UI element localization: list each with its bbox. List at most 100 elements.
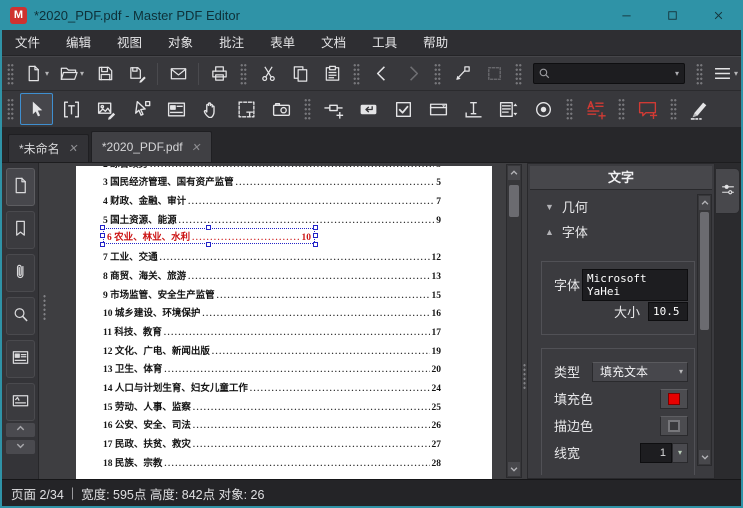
- search-input[interactable]: [554, 67, 671, 80]
- selection-handle[interactable]: [100, 225, 105, 231]
- toolbar-grip[interactable]: [670, 98, 677, 120]
- document-tab[interactable]: *未命名 ✕: [8, 134, 89, 162]
- toolbar-grip[interactable]: [696, 62, 704, 85]
- transform-object-button[interactable]: [447, 60, 477, 88]
- selection-handle[interactable]: [100, 233, 105, 239]
- font-name-input[interactable]: Microsoft YaHei: [582, 268, 688, 301]
- fill-color-button[interactable]: [660, 388, 688, 409]
- tab-close-icon[interactable]: ✕: [67, 142, 79, 155]
- toolbar-grip[interactable]: [7, 62, 14, 85]
- text-field-button[interactable]: [457, 93, 490, 125]
- scroll-down-button[interactable]: [508, 462, 520, 476]
- section-font[interactable]: ▲ 字体: [531, 219, 695, 244]
- combobox-field-button[interactable]: [422, 93, 455, 125]
- menu-item[interactable]: 对象: [155, 30, 206, 55]
- toc-entry[interactable]: 4 财政、金融、审计..............................…: [103, 191, 441, 210]
- menu-item[interactable]: 帮助: [410, 30, 461, 55]
- checkbox-field-button[interactable]: [387, 93, 420, 125]
- selection-handle[interactable]: [206, 225, 211, 231]
- selection-handle[interactable]: [313, 225, 318, 231]
- page-thumbnails-button[interactable]: [5, 168, 35, 206]
- selection-handle[interactable]: [206, 242, 211, 248]
- sidebar-scroll-down-button[interactable]: [6, 440, 35, 454]
- title-bar[interactable]: M *2020_PDF.pdf - Master PDF Editor: [2, 0, 741, 30]
- menu-item[interactable]: 视图: [104, 30, 155, 55]
- copy-button[interactable]: [285, 60, 315, 88]
- document-view[interactable]: 2 综合政务..................................…: [39, 163, 525, 479]
- toolbar-grip[interactable]: [515, 62, 523, 85]
- search-panel-button[interactable]: [5, 297, 35, 335]
- menu-item[interactable]: 表单: [257, 30, 308, 55]
- attachments-button[interactable]: [5, 254, 35, 292]
- enter-key-button[interactable]: [352, 93, 385, 125]
- scroll-up-button[interactable]: [508, 166, 520, 180]
- minimize-button[interactable]: [603, 0, 649, 30]
- toc-entry[interactable]: 16 公安、安全、司法.............................…: [103, 416, 441, 435]
- tab-close-icon[interactable]: ✕: [190, 141, 202, 154]
- menu-item[interactable]: 编辑: [53, 30, 104, 55]
- close-button[interactable]: [695, 0, 741, 30]
- menu-item[interactable]: 文档: [308, 30, 359, 55]
- toc-entry[interactable]: 9 市场监管、安全生产监管...........................…: [103, 285, 441, 304]
- form-properties-button[interactable]: [160, 93, 193, 125]
- toc-entry[interactable]: 10 城乡建设、环境保护............................…: [103, 304, 441, 323]
- bookmarks-button[interactable]: [5, 211, 35, 249]
- select-tool-button[interactable]: [20, 93, 53, 125]
- pdf-page[interactable]: 2 综合政务..................................…: [76, 166, 492, 479]
- toc-entry[interactable]: 11 科技、教育................................…: [103, 322, 441, 341]
- selected-text-object[interactable]: 6 农业、林业、水利..............................…: [100, 225, 318, 248]
- toolbar-grip[interactable]: [434, 62, 442, 85]
- menu-item[interactable]: 批注: [206, 30, 257, 55]
- document-tab[interactable]: *2020_PDF.pdf ✕: [90, 131, 212, 162]
- form-fields-button[interactable]: [5, 340, 35, 378]
- toolbar-grip[interactable]: [7, 98, 14, 120]
- edit-text-button[interactable]: [55, 93, 88, 125]
- save-as-button[interactable]: [122, 60, 152, 88]
- section-geometry[interactable]: ▼ 几何: [531, 194, 695, 219]
- edit-image-button[interactable]: [90, 93, 123, 125]
- paste-button[interactable]: [317, 60, 347, 88]
- font-size-input[interactable]: 10.5: [648, 302, 688, 321]
- toolbar-grip[interactable]: [618, 98, 625, 120]
- toc-entry[interactable]: 18 民族、宗教................................…: [103, 453, 441, 472]
- send-email-button[interactable]: [163, 60, 193, 88]
- toc-entry[interactable]: 7 工业、交通.................................…: [103, 247, 441, 266]
- panel-scrollbar-thumb[interactable]: [700, 212, 709, 330]
- edit-path-button[interactable]: [125, 93, 158, 125]
- toc-entry[interactable]: 6 农业、林业、水利..............................…: [100, 225, 441, 248]
- hand-tool-button[interactable]: [195, 93, 228, 125]
- maximize-button[interactable]: [649, 0, 695, 30]
- panel-scrollbar[interactable]: [697, 194, 712, 466]
- sidebar-scroll-up-button[interactable]: [6, 423, 35, 437]
- scrollbar-thumb[interactable]: [509, 185, 519, 217]
- add-comment-button[interactable]: [631, 93, 664, 125]
- save-button[interactable]: [90, 60, 120, 88]
- radio-button-field-button[interactable]: [527, 93, 560, 125]
- toc-entry[interactable]: 13 卫生、体育................................…: [103, 360, 441, 379]
- type-select[interactable]: 填充文本 ▾: [592, 361, 688, 382]
- toc-entry[interactable]: 5 国土资源、能源...............................…: [103, 210, 441, 229]
- toolbar-grip[interactable]: [304, 98, 311, 120]
- toc-entry[interactable]: 8 商贸、海关、旅游..............................…: [103, 266, 441, 285]
- menu-item[interactable]: 工具: [359, 30, 410, 55]
- menu-item[interactable]: 文件: [2, 30, 53, 55]
- screenshot-button[interactable]: [265, 93, 298, 125]
- selection-handle[interactable]: [313, 242, 318, 248]
- toolbar-grip[interactable]: [240, 62, 248, 85]
- toc-entry[interactable]: 17 民政、扶贫、救灾.............................…: [103, 434, 441, 453]
- spinner-dropdown-button[interactable]: ▾: [672, 442, 688, 463]
- toc-entry[interactable]: 12 文化、广电、新闻出版...........................…: [103, 341, 441, 360]
- sidebar-splitter-handle[interactable]: [42, 294, 47, 320]
- panel-scroll-down-button[interactable]: [699, 450, 710, 464]
- toolbar-grip[interactable]: [566, 98, 573, 120]
- nav-back-button[interactable]: [366, 60, 396, 88]
- panel-scroll-up-button[interactable]: [699, 196, 710, 210]
- stroke-color-button[interactable]: [660, 415, 688, 436]
- nav-forward-button[interactable]: [398, 60, 428, 88]
- search-dropdown-icon[interactable]: ▾: [675, 69, 679, 78]
- new-document-button[interactable]: ▾: [20, 60, 53, 88]
- toc-entry[interactable]: 2 综合政务..................................…: [103, 166, 441, 173]
- print-button[interactable]: [204, 60, 234, 88]
- search-box[interactable]: ▾: [533, 63, 686, 84]
- line-width-input[interactable]: 1: [640, 442, 672, 463]
